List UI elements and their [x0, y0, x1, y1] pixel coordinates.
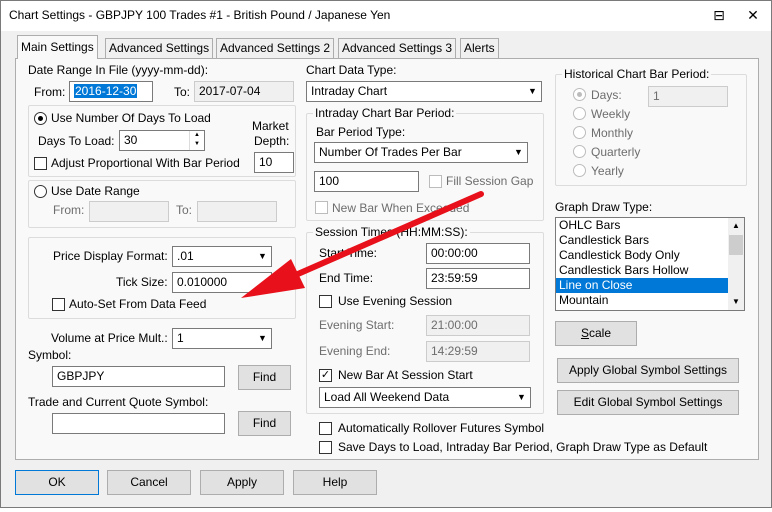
annotation-arrow: [241, 191, 484, 298]
arrow-head: [241, 259, 305, 298]
arrow-shaft: [272, 191, 484, 287]
tab-main-settings[interactable]: Main Settings: [17, 35, 98, 59]
chart-settings-dialog: Chart Settings - GBPJPY 100 Trades #1 - …: [0, 0, 772, 508]
